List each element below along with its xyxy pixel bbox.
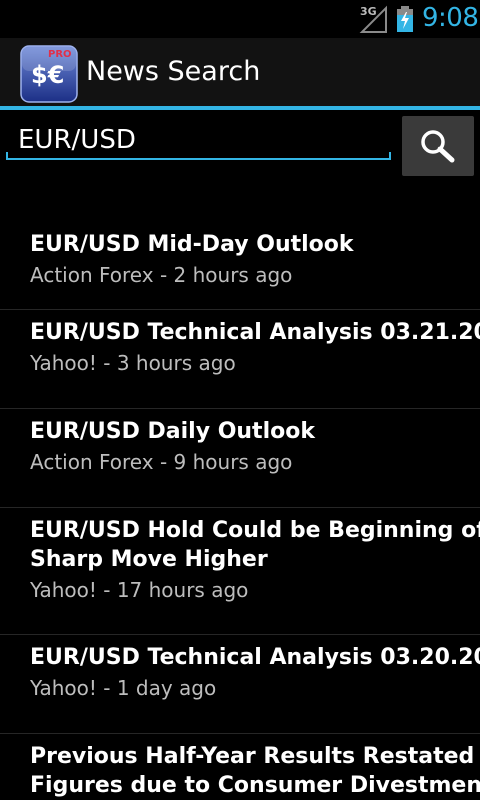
news-item[interactable]: EUR/USD Hold Could be Beginning of Sharp… [0, 508, 480, 635]
news-title: EUR/USD Technical Analysis 03.21.2013 [30, 320, 480, 345]
news-item[interactable]: EUR/USD Daily Outlook Action Forex - 9 h… [0, 409, 480, 508]
news-meta: Yahoo! - 1 day ago [30, 676, 217, 700]
network-type-label: 3G [360, 5, 377, 18]
battery-charging-icon [396, 6, 414, 32]
news-item[interactable]: EUR/USD Mid-Day Outlook Action Forex - 2… [0, 222, 480, 310]
clock: 9:08 [422, 3, 479, 33]
search-input-underline [6, 152, 391, 160]
search-icon [421, 130, 455, 163]
news-title: EUR/USD Hold Could be Beginning of [30, 518, 480, 543]
news-meta: Yahoo! - 17 hours ago [30, 578, 249, 602]
news-title: Previous Half-Year Results Restated [30, 744, 475, 769]
news-title: EUR/USD Mid-Day Outlook [30, 232, 354, 257]
search-input[interactable] [6, 118, 390, 162]
app-logo-icon: PRO $€ [20, 45, 78, 103]
action-bar: PRO $€ News Search [0, 38, 480, 106]
news-meta: Action Forex - 9 hours ago [30, 450, 293, 474]
app-logo-badge: PRO [48, 49, 72, 60]
status-bar: 3G 9:08 [0, 0, 480, 38]
app-logo-text: $€ [31, 61, 64, 89]
news-meta: Yahoo! - 3 hours ago [30, 351, 236, 375]
search-button[interactable] [402, 116, 474, 176]
news-title: EUR/USD Daily Outlook [30, 419, 315, 444]
news-meta: Action Forex - 2 hours ago [30, 263, 293, 287]
app-title: News Search [86, 56, 261, 87]
news-title-line-2: Figures due to Consumer Divestment [30, 773, 480, 798]
news-item[interactable]: EUR/USD Technical Analysis 03.21.2013 Ya… [0, 310, 480, 409]
signal-icon: 3G [358, 4, 388, 34]
news-title-line-2: Sharp Move Higher [30, 547, 268, 572]
news-item[interactable]: EUR/USD Technical Analysis 03.20.2013 Ya… [0, 635, 480, 734]
screen: 3G 9:08 PRO $€ News Search EUR/USD EUR/U… [0, 0, 480, 800]
news-list: EUR/USD Mid-Day Outlook Action Forex - 2… [0, 222, 480, 800]
news-item[interactable]: Previous Half-Year Results Restated Figu… [0, 734, 480, 800]
action-bar-divider [0, 106, 480, 110]
news-title: EUR/USD Technical Analysis 03.20.2013 [30, 645, 480, 670]
